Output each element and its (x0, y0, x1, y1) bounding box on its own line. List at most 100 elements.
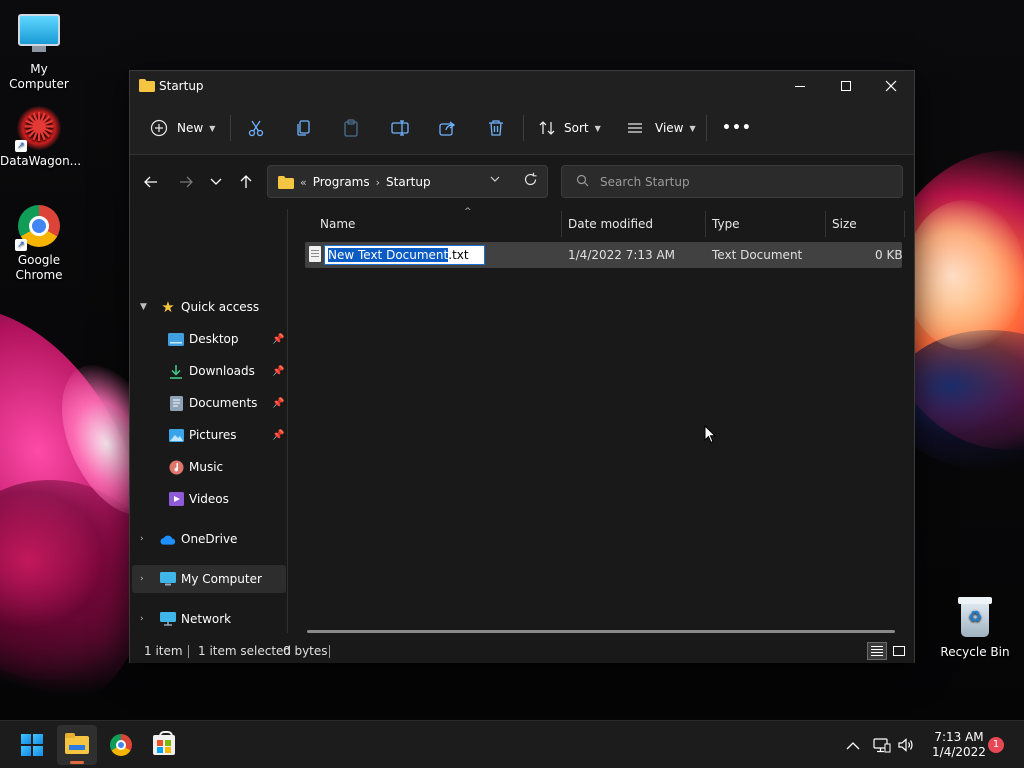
monitor-icon (160, 571, 176, 587)
search-icon (576, 174, 589, 191)
rename-input[interactable]: New Text Document.txt (324, 245, 485, 265)
chevron-down-icon[interactable]: ▼ (140, 302, 147, 312)
copy-icon (297, 120, 310, 136)
address-bar[interactable]: « Programs › Startup (267, 165, 548, 198)
network-icon (160, 611, 176, 627)
column-divider[interactable] (825, 211, 826, 237)
nav-item-label: Music (189, 460, 224, 474)
show-hidden-icons-button[interactable] (846, 721, 860, 768)
rename-extension: .txt (448, 248, 469, 262)
more-options-button[interactable]: ••• (722, 113, 752, 143)
file-type: Text Document (712, 248, 803, 262)
nav-item-downloads[interactable]: Downloads 📌 (132, 357, 286, 385)
sort-icon (539, 121, 555, 135)
taskbar-store[interactable] (144, 725, 184, 765)
nav-item-videos[interactable]: Videos (132, 485, 286, 513)
taskbar-chrome[interactable] (101, 725, 141, 765)
title-bar[interactable]: Startup (130, 71, 914, 101)
share-button[interactable] (439, 113, 457, 143)
nav-item-music[interactable]: Music (132, 453, 286, 481)
chevron-up-icon (846, 741, 860, 749)
toolbar-divider (230, 115, 231, 141)
horizontal-scrollbar[interactable] (307, 630, 895, 633)
column-header-date[interactable]: Date modified (568, 209, 703, 239)
details-view-button[interactable] (867, 642, 887, 660)
breadcrumb-startup[interactable]: Startup (386, 175, 431, 189)
nav-quick-access[interactable]: ▼ ★ Quick access (132, 293, 286, 321)
new-button[interactable]: New ▼ (150, 113, 215, 143)
clock[interactable]: 7:13 AM 1/4/2022 (922, 730, 996, 760)
recent-locations-button[interactable] (204, 171, 228, 193)
paste-button[interactable] (342, 113, 360, 143)
chevron-right-icon[interactable]: › (140, 614, 144, 624)
nav-item-pictures[interactable]: Pictures 📌 (132, 421, 286, 449)
refresh-button[interactable] (523, 172, 538, 191)
nav-item-network[interactable]: › Network (132, 605, 286, 633)
chevron-down-icon: ▼ (689, 123, 696, 133)
chevron-right-icon[interactable]: › (140, 574, 144, 584)
column-divider[interactable] (561, 211, 562, 237)
rename-button[interactable] (391, 113, 409, 143)
breadcrumb-programs[interactable]: Programs (313, 175, 370, 189)
delete-button[interactable] (487, 113, 505, 143)
wallpaper-bloom (905, 200, 1024, 350)
tiles-view-button[interactable] (889, 642, 909, 660)
video-icon (168, 491, 184, 507)
view-button[interactable]: View ▼ (626, 113, 696, 143)
desktop-icon-recycle-bin[interactable]: ♻ Recycle Bin (936, 597, 1014, 660)
tiles-view-icon (893, 646, 905, 656)
text-file-icon (309, 246, 321, 262)
delete-icon (489, 120, 503, 136)
clock-date: 1/4/2022 (932, 745, 986, 759)
network-status-icon (873, 737, 891, 752)
search-box[interactable] (561, 165, 903, 198)
minimize-button[interactable] (777, 71, 823, 101)
share-icon (439, 121, 456, 136)
forward-button[interactable] (174, 171, 198, 193)
view-button-label: View (655, 121, 684, 135)
search-input[interactable] (600, 173, 890, 191)
copy-button[interactable] (295, 113, 313, 143)
column-header-type[interactable]: Type (712, 209, 824, 239)
monitor-icon (17, 14, 61, 58)
notification-badge[interactable]: 1 (988, 737, 1004, 753)
table-row[interactable]: New Text Document.txt 1/4/2022 7:13 AM T… (305, 242, 903, 268)
nav-item-documents[interactable]: Documents 📌 (132, 389, 286, 417)
back-button[interactable] (139, 171, 163, 193)
desktop-icon-label: DataWagon... (0, 154, 82, 168)
up-button[interactable] (234, 171, 258, 193)
network-tray-button[interactable] (873, 721, 891, 768)
volume-tray-button[interactable] (898, 721, 914, 768)
column-header-name[interactable]: Name ^ (320, 207, 560, 239)
sort-ascending-icon: ^ (464, 207, 472, 217)
sort-button[interactable]: Sort ▼ (538, 113, 601, 143)
chrome-icon (110, 734, 132, 756)
close-button[interactable] (868, 71, 914, 101)
maximize-button[interactable] (823, 71, 869, 101)
cut-icon (248, 120, 264, 137)
nav-item-onedrive[interactable]: › OneDrive (132, 525, 286, 553)
breadcrumb-overflow[interactable]: « (300, 176, 307, 189)
address-dropdown-button[interactable] (490, 174, 500, 185)
nav-item-label: My Computer (181, 572, 262, 586)
chevron-down-icon (210, 178, 222, 185)
column-divider[interactable] (904, 211, 905, 237)
paste-icon (344, 119, 358, 137)
desktop-icon-google-chrome[interactable]: ↗ Google Chrome (0, 205, 78, 283)
desktop-icon-datawagon[interactable]: ↗ DataWagon... (0, 106, 82, 169)
nav-item-desktop[interactable]: Desktop 📌 (132, 325, 286, 353)
start-button[interactable] (12, 725, 52, 765)
desktop-icon-my-computer[interactable]: My Computer (0, 10, 78, 92)
nav-item-my-computer[interactable]: › My Computer (132, 565, 286, 593)
desktop-icon (168, 331, 184, 347)
cut-button[interactable] (247, 113, 265, 143)
taskbar-file-explorer[interactable] (57, 725, 97, 765)
music-icon (168, 459, 184, 475)
column-divider[interactable] (705, 211, 706, 237)
column-header-size[interactable]: Size (832, 209, 902, 239)
file-explorer-window: Startup New ▼ Sort ▼ View ▼ ••• « Progra… (129, 70, 915, 663)
status-divider (188, 645, 189, 658)
chevron-right-icon[interactable]: › (140, 534, 144, 544)
breadcrumb-separator[interactable]: › (376, 176, 380, 189)
shortcut-arrow-icon: ↗ (15, 140, 27, 152)
